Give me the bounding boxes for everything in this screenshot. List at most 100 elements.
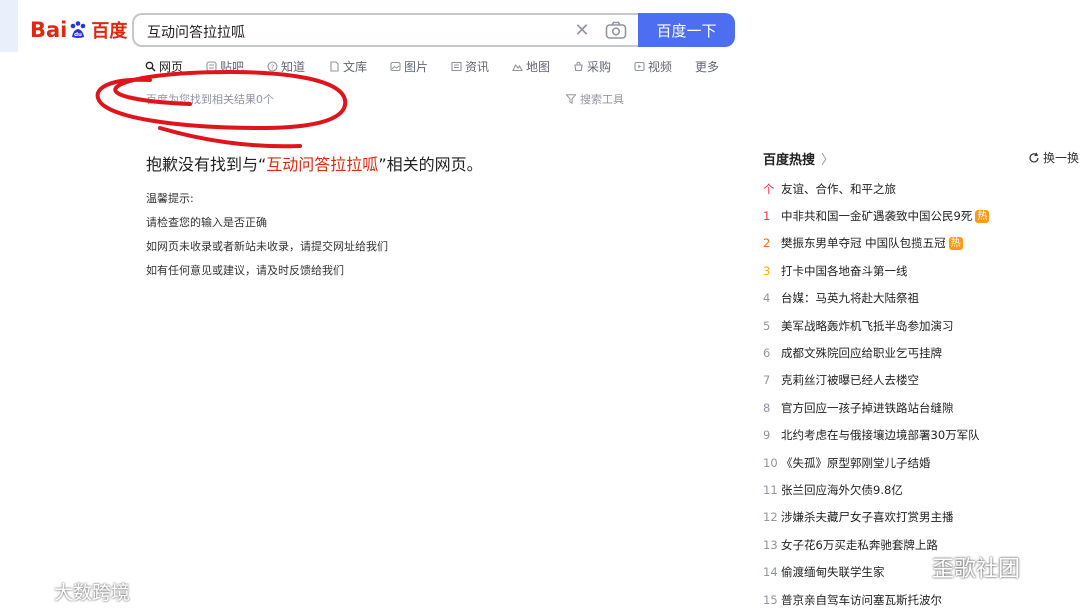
hot-search-text: 北约考虑在与俄接壤边境部署30万军队 [781,428,980,443]
tab-more[interactable]: 更多 [695,58,719,74]
tab-label: 地图 [526,59,551,74]
hot-search-item[interactable]: 10 《失孤》原型郭刚堂儿子结婚 [763,449,1063,476]
tips-line: 如有任何意见或建议，请及时反馈给我们 [146,264,344,277]
tab-label: 贴吧 [220,59,245,74]
search-box[interactable]: 互动问答拉拉呱 ✕ [132,13,638,47]
search-tabs: 网页 贴吧 ? 知道 文库 图片 资讯 地图 采购 视频 更多 [145,58,719,74]
hot-search-rank: 8 [763,400,771,415]
hot-search-rank: 15 [763,592,778,607]
tab-wenku[interactable]: 文库 [329,58,390,74]
hot-search-item[interactable]: 7 克莉丝汀被曝已经人去楼空 [763,367,1063,394]
hot-search-item[interactable]: 15 普京亲自驾车访问塞瓦斯托波尔 [763,586,1063,613]
search-icon [145,61,156,72]
news-icon [451,61,462,72]
hot-search-rank: 11 [763,482,778,497]
hot-search-rank: 5 [763,318,771,333]
logo-chinese: 百度 [91,21,128,42]
tab-tieba[interactable]: 贴吧 [206,58,267,74]
hot-search-rank: 7 [763,373,771,388]
document-icon [329,60,340,72]
tips-title: 温馨提示: [146,192,194,205]
hot-badge: 热 [948,236,963,250]
hot-search-rank: 10 [763,455,778,470]
hot-search-title[interactable]: 百度热搜 〉 [763,149,834,168]
hot-search-text: 成都文殊院回应给职业乞丐挂牌 [781,346,942,361]
refresh-button[interactable]: 换一换 [1028,149,1079,166]
hot-search-item[interactable]: 11 张兰回应海外欠债9.8亿 [763,476,1063,503]
tab-label: 采购 [587,59,612,74]
tab-label: 网页 [159,59,184,74]
tab-purchase[interactable]: 采购 [573,58,634,74]
hot-search-item[interactable]: 8 官方回应一孩子掉进铁路站台缝隙 [763,394,1063,421]
watermark-left: 大数跨境 [8,578,130,605]
hot-search-rank: 14 [763,565,778,580]
map-icon [512,61,523,72]
tieba-icon [206,60,217,72]
hot-search-text: 中非共和国一金矿遇袭致中国公民9死 [781,209,973,224]
hot-search-rank: 13 [763,537,778,552]
hot-search-item[interactable]: 6 成都文殊院回应给职业乞丐挂牌 [763,339,1063,366]
baidu-logo[interactable]: Bai du 百度 [30,14,127,46]
hot-search-rank: 个 [763,181,775,196]
no-result-suffix: ”相关的网页。 [378,155,483,174]
tab-web[interactable]: 网页 [145,58,206,74]
hot-search-text: 克莉丝汀被曝已经人去楼空 [781,373,919,388]
hot-search-item[interactable]: 12 涉嫌杀夫藏尸女子喜欢打赏男主播 [763,504,1063,531]
tab-label: 文库 [343,59,368,74]
hot-search-item[interactable]: 2 樊振东男单夺冠 中国队包揽五冠热 [763,230,1063,257]
camera-icon[interactable] [604,20,628,42]
hot-search-text: 普京亲自驾车访问塞瓦斯托波尔 [781,592,942,607]
tab-images[interactable]: 图片 [390,58,451,74]
tab-news[interactable]: 资讯 [451,58,512,74]
search-tools-label: 搜索工具 [580,93,624,106]
no-result-prefix: 抱歉没有找到与“ [146,155,267,174]
search-button[interactable]: 百度一下 [638,13,735,47]
left-edge-strip [0,0,18,52]
tab-label: 资讯 [465,59,490,74]
refresh-icon [1029,152,1039,162]
result-count: 百度为您找到相关结果0个 [146,93,274,106]
tab-label: 视频 [648,59,673,74]
hot-search-item[interactable]: 4 台媒：马英九将赴大陆祭祖 [763,285,1063,312]
tab-map[interactable]: 地图 [512,58,573,74]
hot-search-item[interactable]: 9 北约考虑在与俄接壤边境部署30万军队 [763,422,1063,449]
tab-label: 图片 [404,59,429,74]
clear-icon[interactable]: ✕ [570,18,594,42]
purchase-icon [573,61,584,72]
no-result-keyword: 互动问答拉拉呱 [266,155,379,174]
no-result-message: 抱歉没有找到与“互动问答拉拉呱”相关的网页。 [146,151,483,175]
watermark-left-text: 大数跨境 [54,582,131,604]
search-input[interactable]: 互动问答拉拉呱 [147,22,245,42]
refresh-label: 换一换 [1043,151,1080,165]
hot-search-title-text: 百度热搜 [763,153,816,168]
hot-search-item[interactable]: 1 中非共和国一金矿遇袭致中国公民9死热 [763,202,1063,229]
search-tools-button[interactable]: 搜索工具 [566,91,624,107]
wechat-icon [898,554,932,580]
hot-search-text: 台媒：马英九将赴大陆祭祖 [781,291,919,306]
hot-search-text: 友谊、合作、和平之旅 [781,181,896,196]
hot-search-item[interactable]: 3 打卡中国各地奋斗第一线 [763,257,1063,284]
tips-line: 请检查您的输入是否正确 [146,216,267,229]
hot-search-text: 涉嫌杀夫藏尸女子喜欢打赏男主播 [781,510,954,525]
hot-search-text: 《失孤》原型郭刚堂儿子结婚 [781,455,931,470]
watermark-right-text: 歪歌社团 [932,557,1021,582]
hot-search-text: 偷渡缅甸失联学生家 [781,565,885,580]
hot-search-text: 官方回应一孩子掉进铁路站台缝隙 [781,400,954,415]
tab-label: 知道 [281,59,306,74]
hot-search-text: 美军战略轰炸机飞抵半岛参加演习 [781,318,954,333]
hot-search-list: 个友谊、合作、和平之旅 1 中非共和国一金矿遇袭致中国公民9死热 2 樊振东男单夺冠 中… [763,175,1063,613]
hot-search-text: 打卡中国各地奋斗第一线 [781,263,908,278]
hot-search-item[interactable]: 5 美军战略轰炸机飞抵半岛参加演习 [763,312,1063,339]
tab-label: 更多 [695,59,720,74]
hot-search-rank: 2 [763,236,771,251]
hot-search-item[interactable]: 个友谊、合作、和平之旅 [763,175,1063,202]
hot-search-rank: 3 [763,263,771,278]
watermark-logo-icon [9,584,51,599]
paw-icon: du [71,21,86,38]
video-icon [634,61,645,72]
paw-du-text: du [74,32,82,38]
hot-search-rank: 9 [763,428,771,443]
tab-video[interactable]: 视频 [634,58,695,74]
tab-zhidao[interactable]: ? 知道 [267,58,329,74]
tips-block: 温馨提示: 请检查您的输入是否正确 如网页未收录或者新站未收录，请提交网址给我们… [146,192,388,288]
